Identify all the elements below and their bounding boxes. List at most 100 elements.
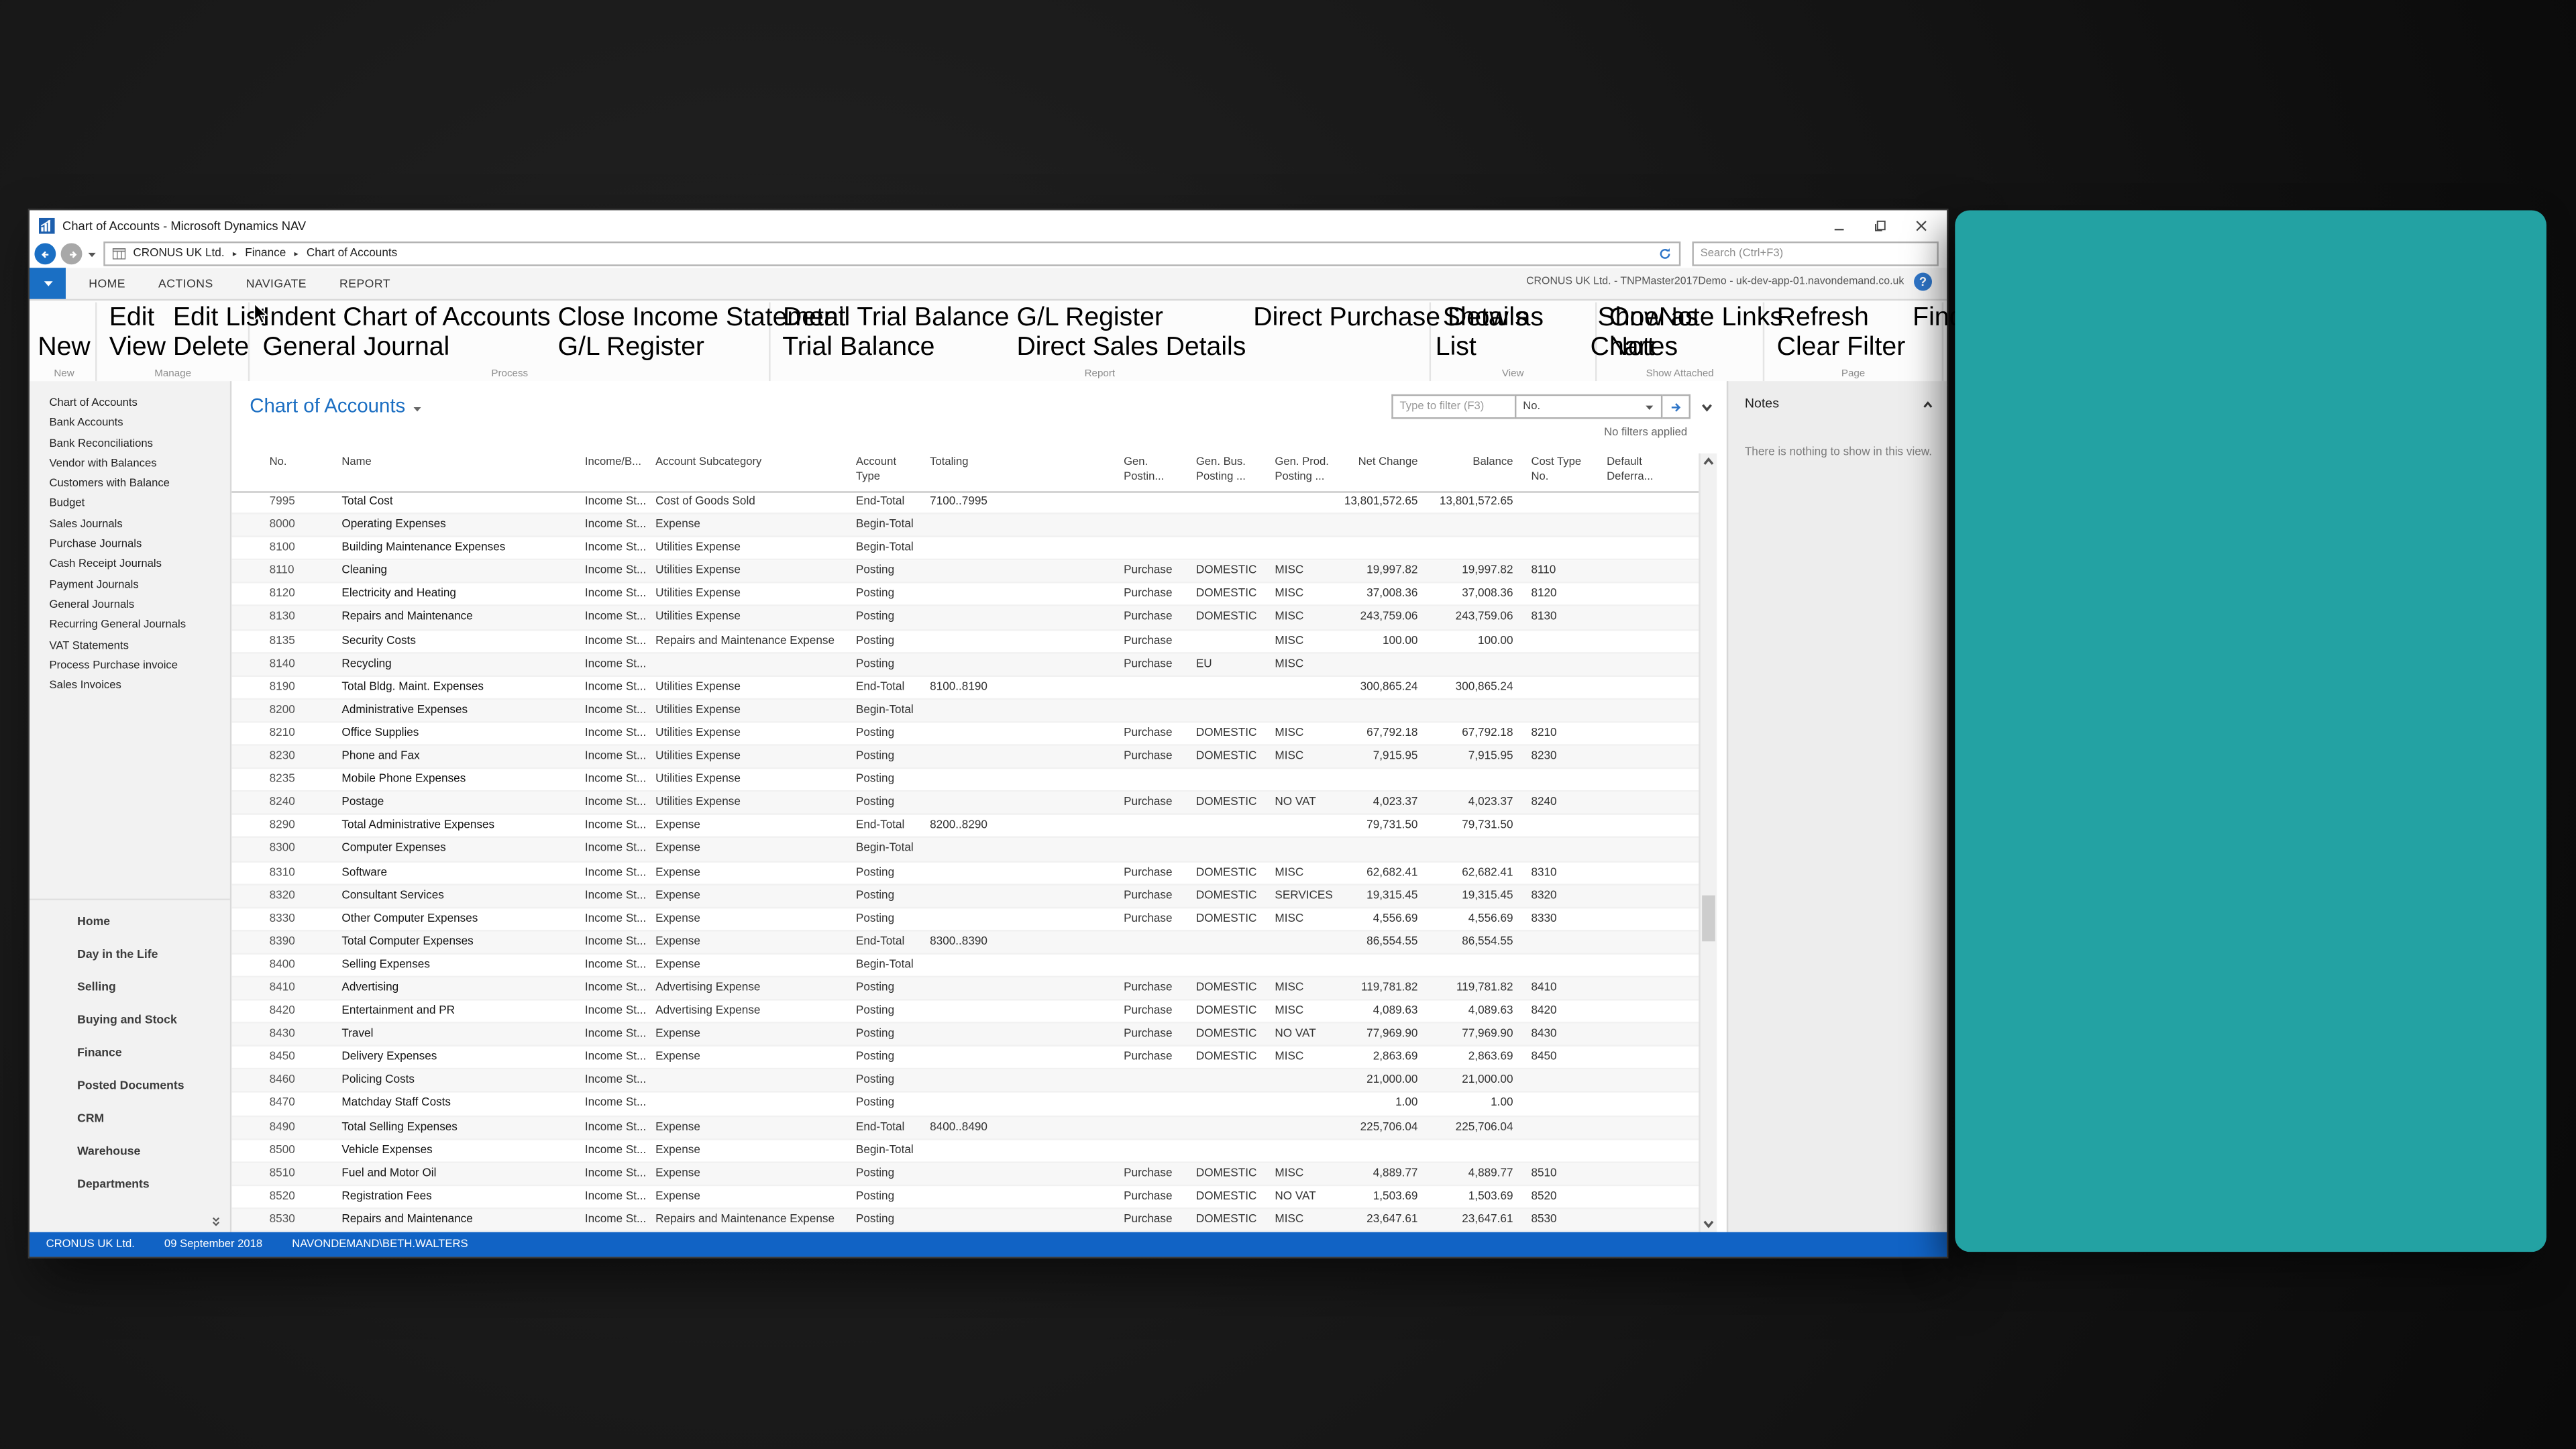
sidebar-item[interactable]: Bank Accounts [30,415,230,435]
cell-name[interactable]: Matchday Staff Costs [341,1093,582,1116]
breadcrumb-item[interactable]: CRONUS UK Ltd. [133,248,224,260]
cell-name[interactable]: Total Bldg. Maint. Expenses [341,676,582,699]
cell-name[interactable]: Office Supplies [341,722,582,745]
sidebar-item[interactable]: Recurring General Journals [30,616,230,637]
sidebar-item[interactable]: Bank Reconciliations [30,435,230,455]
filter-pane-expand-icon[interactable] [1701,400,1714,413]
table-row[interactable]: 8200 Administrative Expenses Income St..… [231,700,1700,723]
table-row[interactable]: 8390 Total Computer Expenses Income St..… [231,931,1700,955]
help-icon[interactable]: ? [1914,273,1932,291]
cell-name[interactable]: Entertainment and PR [341,1001,582,1024]
cell-name[interactable]: Total Administrative Expenses [341,815,582,838]
table-row[interactable]: 8140 Recycling Income St... Posting Purc… [231,653,1700,677]
cell-name[interactable]: Repairs and Maintenance [341,607,582,630]
table-row[interactable]: 8240 Postage Income St... Utilities Expe… [231,792,1700,816]
cell-name[interactable]: Other Computer Expenses [341,908,582,931]
table-row[interactable]: 8490 Total Selling Expenses Income St...… [231,1116,1700,1140]
sidebar-item[interactable]: Customers with Balance [30,475,230,495]
sidebar-nav-item[interactable]: Finance [30,1035,230,1068]
table-row[interactable]: 8530 Repairs and Maintenance Income St..… [231,1209,1700,1232]
table-row[interactable]: 8520 Registration Fees Income St... Expe… [231,1186,1700,1210]
sidebar-nav-item[interactable]: Posted Documents [30,1068,230,1101]
ribbon-button[interactable]: Edit [102,304,166,333]
back-button[interactable] [34,243,56,264]
ribbon-button[interactable]: View [102,333,166,363]
table-row[interactable]: 8410 Advertising Income St... Advertisin… [231,977,1700,1001]
forward-button[interactable] [61,243,83,264]
cell-name[interactable]: Software [341,861,582,884]
cell-name[interactable]: Security Costs [341,630,582,653]
breadcrumb-item[interactable]: Chart of Accounts [286,248,397,260]
cell-name[interactable]: Building Maintenance Expenses [341,537,582,560]
table-row[interactable]: 8300 Computer Expenses Income St... Expe… [231,839,1700,862]
table-row[interactable]: 8310 Software Income St... Expense Posti… [231,861,1700,885]
breadcrumb[interactable]: CRONUS UK Ltd.FinanceChart of Accounts [103,241,1680,266]
sidebar-item[interactable]: Vendor with Balances [30,455,230,475]
cell-name[interactable]: Policing Costs [341,1070,582,1093]
cell-name[interactable]: Recycling [341,653,582,676]
apply-filter-button[interactable] [1662,394,1690,419]
sidebar-item[interactable]: Cash Receipt Journals [30,556,230,576]
table-row[interactable]: 8190 Total Bldg. Maint. Expenses Income … [231,676,1700,700]
sidebar-nav-item[interactable]: Departments [30,1167,230,1199]
sidebar-nav-item[interactable]: Day in the Life [30,936,230,969]
filter-field-select[interactable]: No. [1515,394,1662,419]
sidebar-nav-item[interactable]: CRM [30,1101,230,1134]
ribbon-button[interactable]: OneNote [1602,304,1715,333]
ribbon-button[interactable]: General Journal [256,333,551,363]
table-row[interactable]: 8420 Entertainment and PR Income St... A… [231,1001,1700,1024]
cell-name[interactable]: Total Selling Expenses [341,1116,582,1139]
sidebar-item[interactable]: Budget [30,495,230,515]
cell-name[interactable]: Selling Expenses [341,955,582,977]
cell-name[interactable]: Advertising [341,977,582,1000]
ribbon-button[interactable]: Show as List [1436,304,1591,363]
sidebar-collapse-icon[interactable] [210,1216,221,1227]
table-row[interactable]: 8000 Operating Expenses Income St... Exp… [231,515,1700,538]
table-row[interactable]: 8460 Policing Costs Income St... Posting… [231,1070,1700,1093]
sidebar-item[interactable]: Chart of Accounts [30,394,230,415]
ribbon-button[interactable]: Detail Trial Balance [775,304,1009,333]
breadcrumb-item[interactable]: Finance [225,248,286,260]
table-row[interactable]: 8110 Cleaning Income St... Utilities Exp… [231,561,1700,584]
table-row[interactable]: 8400 Selling Expenses Income St... Expen… [231,955,1700,978]
ribbon-button[interactable]: Trial Balance [775,333,1009,363]
cell-name[interactable]: Repairs and Maintenance [341,1209,582,1232]
table-row[interactable]: 8290 Total Administrative Expenses Incom… [231,815,1700,839]
minimize-icon[interactable] [1832,217,1847,232]
table-row[interactable]: 8470 Matchday Staff Costs Income St... P… [231,1093,1700,1117]
ribbon-tab[interactable]: REPORT [323,268,407,299]
cell-name[interactable]: Mobile Phone Expenses [341,769,582,792]
sidebar-nav-item[interactable]: Home [30,904,230,936]
cell-name[interactable]: Total Computer Expenses [341,931,582,954]
table-row[interactable]: 8230 Phone and Fax Income St... Utilitie… [231,746,1700,769]
vertical-scrollbar[interactable] [1699,453,1717,1232]
table-row[interactable]: 7995 Total Cost Income St... Cost of Goo… [231,491,1700,515]
scroll-down-icon[interactable] [1702,1218,1715,1231]
cell-name[interactable]: Vehicle Expenses [341,1140,582,1163]
table-row[interactable]: 8450 Delivery Expenses Income St... Expe… [231,1047,1700,1071]
cell-name[interactable]: Total Cost [341,491,582,514]
table-row[interactable]: 8320 Consultant Services Income St... Ex… [231,885,1700,908]
sidebar-item[interactable]: Payment Journals [30,576,230,596]
table-row[interactable]: 8510 Fuel and Motor Oil Income St... Exp… [231,1163,1700,1186]
sidebar-item[interactable]: General Journals [30,596,230,616]
notes-collapse-icon[interactable] [1922,399,1933,411]
cell-name[interactable]: Electricity and Heating [341,584,582,606]
table-row[interactable]: 8210 Office Supplies Income St... Utilit… [231,722,1700,746]
sidebar-item[interactable]: Sales Journals [30,515,230,535]
sidebar-nav-item[interactable]: Buying and Stock [30,1002,230,1035]
ribbon-button[interactable]: Refresh [1770,304,1906,333]
cell-name[interactable]: Consultant Services [341,885,582,908]
cell-name[interactable]: Administrative Expenses [341,700,582,722]
sidebar-item[interactable]: Process Purchase invoice [30,657,230,677]
ribbon-button[interactable]: Indent Chart of Accounts [256,304,551,333]
scroll-up-icon[interactable] [1702,455,1715,468]
table-row[interactable]: 8330 Other Computer Expenses Income St..… [231,908,1700,932]
scrollbar-thumb[interactable] [1702,896,1715,942]
refresh-page-icon[interactable] [1658,246,1672,261]
ribbon-button[interactable]: Direct Sales Details [1010,333,1246,363]
cell-name[interactable]: Fuel and Motor Oil [341,1163,582,1185]
cell-name[interactable]: Travel [341,1024,582,1046]
status-date[interactable]: 09 September 2018 [164,1239,262,1250]
ribbon-tab[interactable]: ACTIONS [142,268,230,299]
